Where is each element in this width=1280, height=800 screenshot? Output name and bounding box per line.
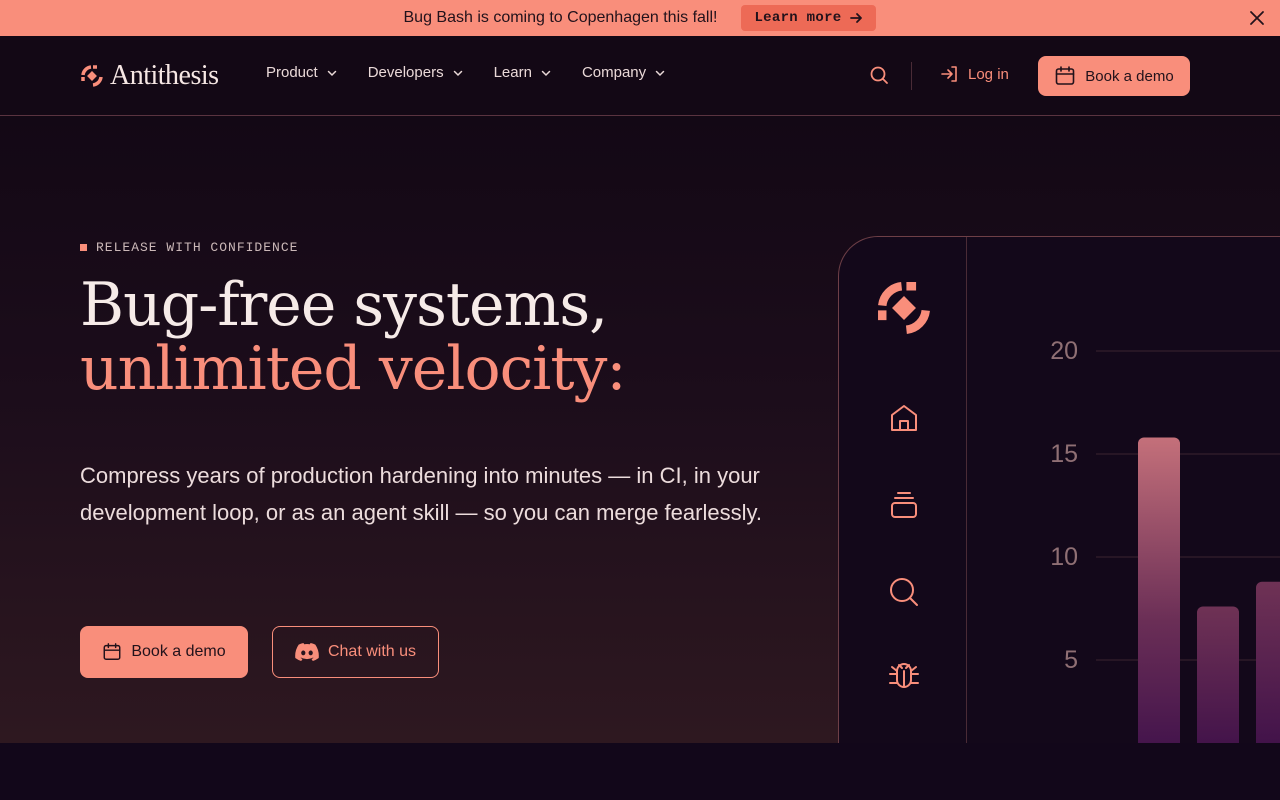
antithesis-logo-icon: [81, 65, 103, 87]
menu-learn-label: Learn: [493, 64, 532, 81]
app-preview: 20151050: [838, 236, 1280, 756]
menu-company[interactable]: Company: [582, 64, 666, 81]
top-nav: Antithesis Product Developers Learn Comp…: [0, 36, 1280, 116]
menu-learn[interactable]: Learn: [494, 64, 552, 81]
chart-bar: [1138, 437, 1180, 756]
menu-company-label: Company: [581, 64, 647, 81]
bar-chart: 20151050: [1050, 337, 1280, 756]
hero-book-demo-label: Book a demo: [131, 643, 226, 660]
learn-more-label: Learn more: [754, 10, 842, 26]
chart-bar: [1256, 581, 1280, 756]
chat-with-us-label: Chat with us: [327, 643, 417, 660]
y-tick-label: 20: [1050, 337, 1078, 365]
y-tick-label: 5: [1064, 646, 1078, 674]
hero-subtext: Compress years of production hardening i…: [80, 463, 762, 525]
announcement-bar: Bug Bash is coming to Copenhagen this fa…: [0, 0, 1280, 36]
chart-bar: [1197, 606, 1239, 756]
chevron-down-icon: [655, 70, 665, 76]
eyebrow-text: RELEASE WITH CONFIDENCE: [96, 240, 299, 255]
stack-icon[interactable]: [887, 489, 921, 523]
hero-section: RELEASE WITH CONFIDENCE Bug-free systems…: [0, 117, 1280, 756]
hero-headline: Bug-free systems, unlimited velocity:: [80, 270, 627, 404]
chevron-down-icon: [327, 70, 336, 76]
nav-book-demo-button[interactable]: Book a demo: [1038, 56, 1190, 96]
close-icon[interactable]: [1248, 9, 1266, 27]
discord-icon: [295, 643, 319, 661]
menu-developers-label: Developers: [367, 64, 444, 81]
main-menu: Product Developers Learn Company: [266, 64, 666, 81]
footer-strip: [0, 743, 1280, 800]
y-tick-label: 10: [1050, 543, 1078, 571]
chevron-down-icon: [453, 70, 462, 76]
search-icon[interactable]: [887, 575, 921, 609]
calendar-icon: [1055, 66, 1075, 85]
eyebrow-square-icon: [80, 244, 87, 251]
menu-product-label: Product: [266, 64, 318, 81]
app-logo-icon: [878, 282, 930, 334]
bug-icon[interactable]: [887, 659, 921, 693]
arrow-right-icon: [850, 13, 863, 23]
headline-line-1: Bug-free systems,: [80, 270, 608, 340]
chat-with-us-button[interactable]: Chat with us: [272, 626, 439, 678]
hero-book-demo-button[interactable]: Book a demo: [80, 626, 248, 678]
login-icon: [941, 66, 957, 82]
calendar-icon: [103, 643, 121, 660]
app-sidebar: [839, 237, 967, 756]
announcement-message: Bug Bash is coming to Copenhagen this fa…: [403, 9, 718, 26]
headline-line-2: unlimited velocity:: [80, 334, 627, 404]
learn-more-button[interactable]: Learn more: [741, 5, 877, 31]
nav-book-demo-label: Book a demo: [1085, 67, 1174, 85]
login-label: Log in: [968, 65, 1009, 83]
search-icon[interactable]: [868, 64, 890, 86]
login-link[interactable]: Log in: [940, 64, 1009, 84]
brand-logo[interactable]: Antithesis: [80, 60, 219, 91]
menu-product[interactable]: Product: [266, 64, 338, 81]
menu-developers[interactable]: Developers: [368, 64, 464, 81]
hero-eyebrow: RELEASE WITH CONFIDENCE: [80, 240, 298, 255]
chevron-down-icon: [541, 70, 551, 76]
y-tick-label: 15: [1050, 440, 1078, 468]
nav-divider: [911, 62, 912, 90]
home-icon[interactable]: [887, 401, 921, 435]
brand-name: Antithesis: [110, 60, 219, 91]
